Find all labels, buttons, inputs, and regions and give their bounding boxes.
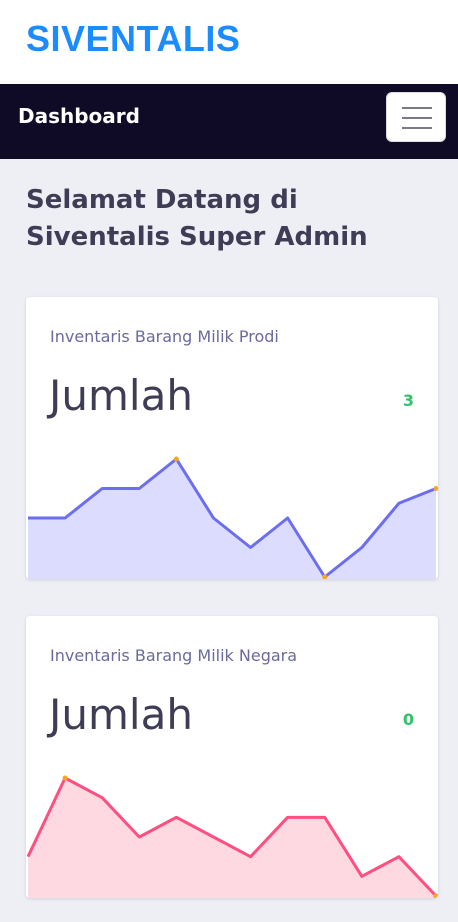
card-label: Inventaris Barang Milik Prodi [50,327,279,346]
sparkline-area [28,778,436,898]
nav-dashboard-link[interactable]: Dashboard [18,104,140,128]
card-metric-title: Jumlah [49,371,193,420]
card-label: Inventaris Barang Milik Negara [50,646,298,665]
brand-logo[interactable]: SIVENTALIS [26,18,240,60]
card-inventaris-negara: Inventaris Barang Milik Negara Jumlah 0 [26,616,438,898]
sparkline-area [28,459,436,579]
card-count: 0 [402,710,414,729]
welcome-heading: Selamat Datang di Siventalis Super Admin [26,185,368,252]
top-header: SIVENTALIS [0,0,458,84]
sparkline-chart [28,456,438,579]
menu-toggle-button[interactable] [386,92,446,142]
navbar: Dashboard [0,84,458,159]
card-metric-title: Jumlah [49,690,193,739]
card-count: 3 [402,391,414,410]
card-inventaris-prodi: Inventaris Barang Milik Prodi Jumlah 3 [26,297,438,579]
sparkline-point [62,775,68,781]
sparkline-chart [26,775,438,898]
sparkline-point [173,456,179,462]
